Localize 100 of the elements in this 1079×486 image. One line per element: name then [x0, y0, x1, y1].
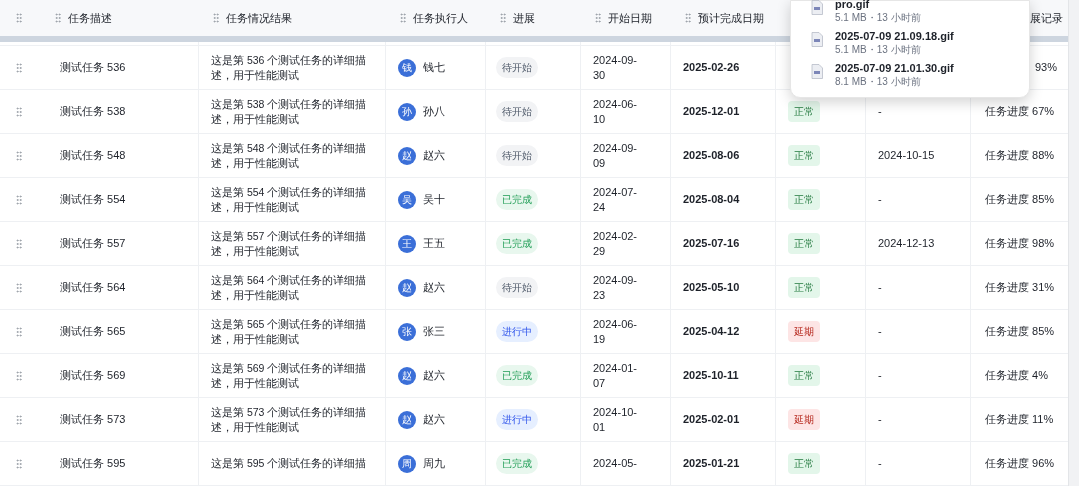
- avatar: 钱: [398, 58, 416, 77]
- task-name: 测试任务 557: [60, 236, 126, 252]
- status-tag: 延期: [788, 409, 820, 430]
- column-header[interactable]: 任务执行人: [413, 9, 468, 27]
- actual-date: -: [878, 368, 882, 384]
- task-name: 测试任务 565: [60, 324, 126, 340]
- progress-record: 任务进度 98%: [985, 236, 1055, 252]
- column-header[interactable]: 展记录: [1030, 9, 1063, 27]
- start-date: 2024-06-10: [593, 96, 639, 127]
- start-date: 2024-01-07: [593, 360, 639, 391]
- file-meta: 5.1 MB・13 小时前: [835, 12, 921, 24]
- avatar: 张: [398, 322, 416, 341]
- progress-tag: 已完成: [496, 233, 538, 254]
- drag-handle-icon[interactable]: [592, 12, 604, 24]
- drag-handle-icon[interactable]: [13, 12, 25, 24]
- download-item[interactable]: 2025-07-09 21.09.18.gif 5.1 MB・13 小时前: [811, 29, 1029, 61]
- progress-record: 任务进度 88%: [985, 148, 1055, 164]
- drag-handle-icon[interactable]: [13, 457, 25, 470]
- drag-handle-icon[interactable]: [52, 12, 64, 24]
- task-description: 这是第 565 个测试任务的详细描述，用于性能测试: [211, 316, 368, 347]
- drag-handle-icon[interactable]: [13, 237, 25, 250]
- file-meta: 5.1 MB・13 小时前: [835, 44, 922, 56]
- planned-date: 2025-02-01: [683, 412, 740, 428]
- file-name: pro.gif: [835, 0, 871, 12]
- drag-handle-icon[interactable]: [13, 369, 25, 382]
- executor-name: 赵六: [423, 148, 445, 164]
- start-date: 2024-06-19: [593, 316, 639, 347]
- progress-record: 任务进度 96%: [985, 456, 1055, 472]
- column-header[interactable]: 任务描述: [68, 9, 112, 27]
- avatar: 孙: [398, 102, 416, 121]
- drag-handle-icon[interactable]: [13, 325, 25, 338]
- progress-tag: 待开始: [496, 57, 538, 78]
- column-header[interactable]: 预计完成日期: [698, 9, 764, 27]
- planned-date: 2025-10-11: [683, 368, 739, 384]
- status-tag: 正常: [788, 277, 820, 298]
- task-name: 测试任务 595: [60, 456, 126, 472]
- start-date: 2024-02-29: [593, 228, 639, 259]
- scroll-bar[interactable]: [1068, 0, 1079, 486]
- start-date: 2024-09-23: [593, 272, 639, 303]
- drag-handle-icon[interactable]: [13, 149, 25, 162]
- start-date: 2024-09-09: [593, 140, 639, 171]
- start-date: 2024-09-30: [593, 52, 639, 83]
- column-header[interactable]: 进展: [513, 9, 535, 27]
- progress-record: 任务进度 85%: [985, 324, 1055, 340]
- executor-name: 吴十: [423, 192, 445, 208]
- executor-name: 张三: [423, 324, 445, 340]
- status-tag: 正常: [788, 189, 820, 210]
- planned-date: 2025-05-10: [683, 280, 740, 296]
- progress-tag: 已完成: [496, 453, 538, 474]
- actual-date: -: [878, 104, 882, 120]
- drag-handle-icon[interactable]: [13, 105, 25, 118]
- avatar: 赵: [398, 146, 416, 165]
- drag-handle-icon[interactable]: [13, 281, 25, 294]
- planned-date: 2025-01-21: [683, 456, 740, 472]
- column-header[interactable]: 开始日期: [608, 9, 652, 27]
- task-description: 这是第 573 个测试任务的详细描述，用于性能测试: [211, 404, 368, 435]
- avatar: 赵: [398, 278, 416, 297]
- status-tag: 正常: [788, 101, 820, 122]
- task-name: 测试任务 569: [60, 368, 126, 384]
- task-name: 测试任务 548: [60, 148, 126, 164]
- actual-date: -: [878, 412, 882, 428]
- drag-handle-icon[interactable]: [497, 12, 509, 24]
- download-item[interactable]: pro.gif 5.1 MB・13 小时前: [811, 0, 1029, 29]
- executor-name: 赵六: [423, 412, 445, 428]
- executor-name: 孙八: [423, 104, 445, 120]
- executor-name: 钱七: [423, 60, 445, 76]
- drag-handle-icon[interactable]: [397, 12, 409, 24]
- progress-tag: 进行中: [496, 321, 538, 342]
- avatar: 赵: [398, 366, 416, 385]
- file-icon: [811, 0, 823, 15]
- executor-name: 赵六: [423, 280, 445, 296]
- progress-tag: 进行中: [496, 409, 538, 430]
- actual-date: -: [878, 192, 882, 208]
- task-name: 测试任务 564: [60, 280, 126, 296]
- task-description: 这是第 595 个测试任务的详细描: [211, 456, 368, 471]
- status-tag: 正常: [788, 233, 820, 254]
- progress-tag: 待开始: [496, 101, 538, 122]
- progress-tag: 待开始: [496, 277, 538, 298]
- planned-date: 2025-12-01: [683, 104, 740, 120]
- actual-date: -: [878, 456, 882, 472]
- drag-handle-icon[interactable]: [210, 12, 222, 24]
- drag-handle-icon[interactable]: [13, 193, 25, 206]
- drag-handle-icon[interactable]: [13, 61, 25, 74]
- column-header[interactable]: 任务情况结果: [226, 9, 292, 27]
- actual-date: -: [878, 280, 882, 296]
- start-date: 2024-07-24: [593, 184, 639, 215]
- executor-name: 王五: [423, 236, 445, 252]
- task-description: 这是第 548 个测试任务的详细描述，用于性能测试: [211, 140, 368, 171]
- task-name: 测试任务 554: [60, 192, 126, 208]
- drag-handle-icon[interactable]: [682, 12, 694, 24]
- progress-tag: 已完成: [496, 365, 538, 386]
- task-description: 这是第 538 个测试任务的详细描述，用于性能测试: [211, 96, 368, 127]
- file-name: 2025-07-09 21.09.18.gif: [835, 29, 954, 44]
- actual-date: -: [878, 324, 882, 340]
- download-item[interactable]: 2025-07-09 21.01.30.gif 8.1 MB・13 小时前: [811, 61, 1029, 93]
- planned-date: 2025-02-26: [683, 60, 740, 76]
- file-name: 2025-07-09 21.01.30.gif: [835, 61, 954, 76]
- planned-date: 2025-07-16: [683, 236, 740, 252]
- progress-record: 任务进度 31%: [985, 280, 1055, 296]
- drag-handle-icon[interactable]: [13, 413, 25, 426]
